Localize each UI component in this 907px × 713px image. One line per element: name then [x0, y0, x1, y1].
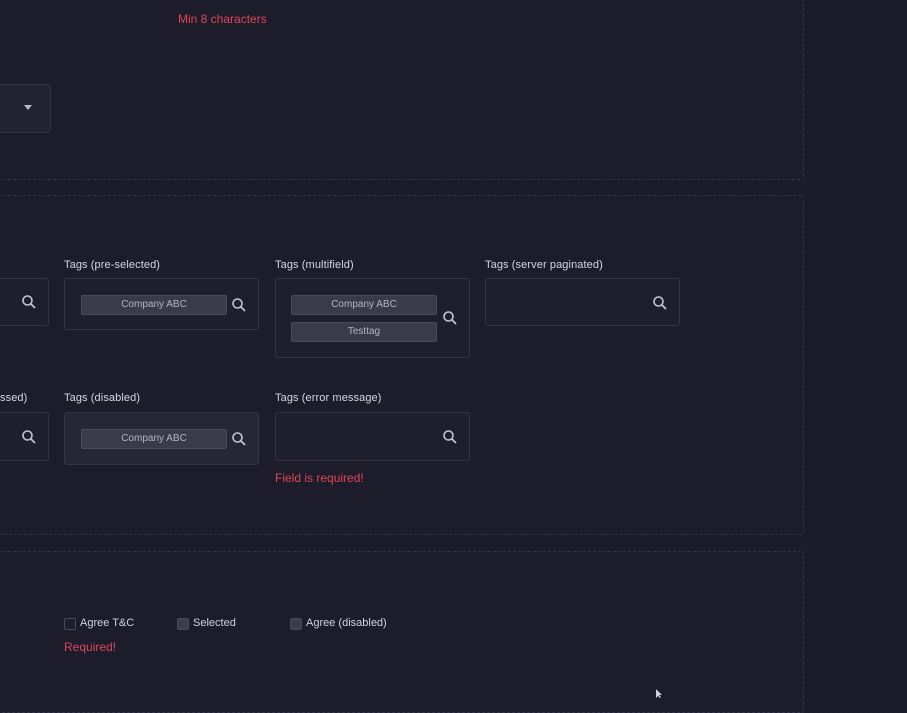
form-section-password: Min 8 characters [0, 0, 804, 180]
search-icon[interactable] [231, 297, 247, 313]
tags-partial-label: ssed) [0, 392, 28, 404]
search-icon[interactable] [442, 310, 458, 326]
tags-multifield-label: Tags (multifield) [275, 259, 354, 271]
select-dropdown[interactable] [0, 84, 51, 133]
mouse-cursor-icon [656, 689, 662, 698]
agree-tc-label[interactable]: Agree T&C [80, 617, 134, 629]
tags-field-partial-2[interactable] [0, 412, 49, 461]
tags-field-partial-1[interactable] [0, 278, 49, 326]
search-icon[interactable] [652, 295, 668, 311]
agree-disabled-label: Agree (disabled) [306, 617, 387, 629]
tag-chip[interactable]: Company ABC [81, 295, 227, 315]
chevron-down-icon [24, 105, 32, 110]
tags-error-field[interactable] [275, 412, 470, 461]
search-icon[interactable] [21, 294, 37, 310]
agree-disabled-checkbox [290, 618, 302, 630]
password-error: Min 8 characters [178, 12, 267, 26]
tags-server-label: Tags (server paginated) [485, 259, 603, 271]
tag-chip[interactable]: Company ABC [291, 295, 437, 315]
selected-label[interactable]: Selected [193, 617, 236, 629]
tags-error-label: Tags (error message) [275, 392, 382, 404]
tag-chip[interactable]: Testtag [291, 322, 437, 342]
tags-server-field[interactable] [485, 278, 680, 326]
search-icon[interactable] [21, 429, 37, 445]
search-icon[interactable] [442, 429, 458, 445]
tags-error-message: Field is required! [275, 471, 364, 485]
tag-chip: Company ABC [81, 429, 227, 449]
search-icon [232, 432, 246, 446]
checkbox-error: Required! [64, 640, 117, 654]
form-section-tags [0, 195, 804, 535]
form-section-checkboxes [0, 551, 804, 713]
selected-checkbox[interactable] [177, 618, 189, 630]
tags-multifield-field[interactable]: Company ABC Testtag [275, 278, 470, 358]
tags-preselected-field[interactable]: Company ABC [64, 278, 259, 330]
agree-tc-checkbox[interactable] [64, 618, 76, 630]
tags-preselected-label: Tags (pre-selected) [64, 259, 161, 271]
tags-disabled-field: Company ABC [64, 412, 259, 465]
tags-disabled-label: Tags (disabled) [64, 392, 141, 404]
